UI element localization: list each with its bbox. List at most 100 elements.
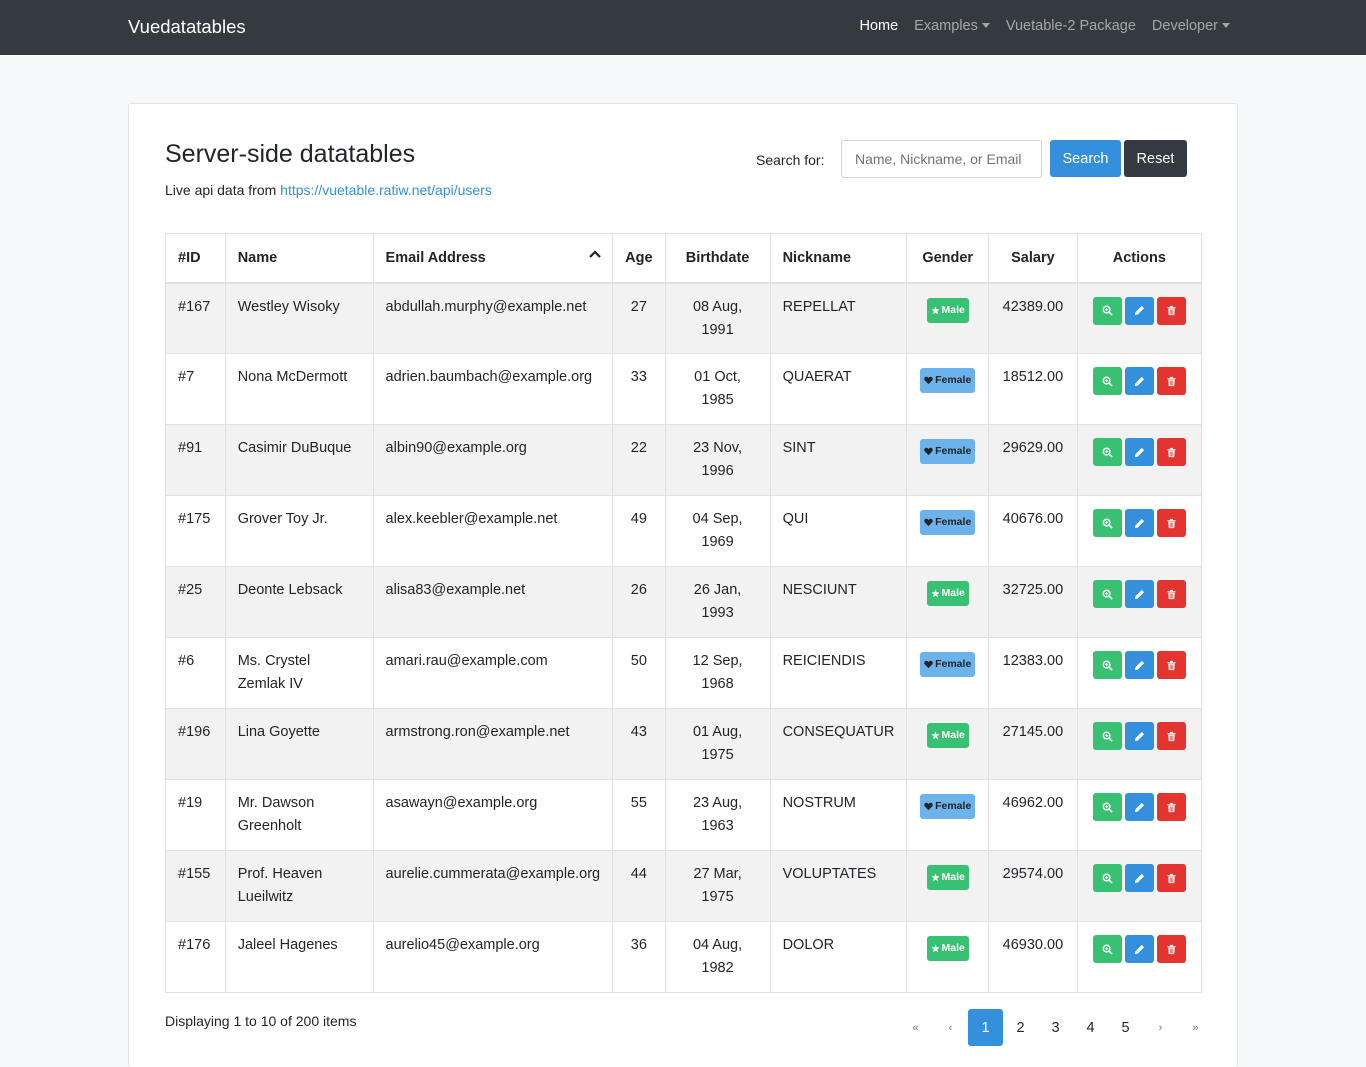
cell-salary: 18512.00	[988, 353, 1078, 425]
api-link[interactable]: https://vuetable.ratiw.net/api/users	[280, 182, 492, 198]
edit-button[interactable]	[1124, 367, 1154, 395]
column-header-label: Email Address	[385, 249, 486, 266]
delete-button[interactable]	[1156, 651, 1186, 679]
delete-button[interactable]	[1156, 935, 1186, 963]
delete-button[interactable]	[1156, 296, 1186, 325]
view-button[interactable]	[1092, 509, 1122, 537]
edit-button[interactable]	[1124, 935, 1154, 963]
cell-salary: 29574.00	[988, 850, 1078, 922]
delete-button[interactable]	[1156, 367, 1186, 395]
pagination-last[interactable]: »	[1178, 1009, 1213, 1046]
cell-nickname: REICIENDIS	[769, 637, 908, 709]
view-button[interactable]	[1092, 296, 1122, 325]
star-icon	[930, 731, 940, 740]
table-row: #196 Lina Goyette armstrong.ron@example.ne…	[165, 708, 1203, 780]
cell-actions	[1076, 282, 1203, 354]
row-actions	[1090, 508, 1189, 537]
navbar: Vuedatatables Home Examples Vuetable-2 P…	[0, 0, 1366, 55]
view-button[interactable]	[1092, 367, 1122, 395]
cell-name: Grover Toy Jr.	[224, 495, 374, 567]
column-header-birthdate[interactable]: Birthdate	[664, 233, 771, 284]
nav-item-examples[interactable]: Examples	[914, 18, 990, 34]
edit-button[interactable]	[1124, 580, 1154, 608]
delete-button[interactable]	[1156, 438, 1186, 466]
table-row: #6 Ms. Crystel Zemlak IV amari.rau@example…	[165, 637, 1203, 709]
search-button[interactable]: Search	[1050, 140, 1121, 177]
cell-gender: Female	[906, 353, 990, 425]
nav-item-vuetable-package[interactable]: Vuetable-2 Package	[1006, 18, 1136, 34]
gender-badge: Male	[926, 723, 969, 748]
cell-age: 27	[612, 282, 666, 354]
column-header-nickname[interactable]: Nickname	[769, 233, 908, 284]
column-header-salary[interactable]: Salary	[988, 233, 1078, 284]
cell-nickname: NOSTRUM	[769, 779, 908, 851]
view-button[interactable]	[1092, 722, 1122, 750]
edit-button[interactable]	[1124, 651, 1154, 679]
cell-salary: 12383.00	[988, 637, 1078, 709]
cell-email: abdullah.murphy@example.net	[372, 282, 614, 354]
cell-salary: 46930.00	[988, 921, 1078, 993]
view-button[interactable]	[1092, 438, 1122, 466]
delete-button[interactable]	[1156, 580, 1186, 608]
cell-actions	[1076, 708, 1203, 780]
column-header-gender[interactable]: Gender	[906, 233, 990, 284]
cell-email: amari.rau@example.com	[372, 637, 614, 709]
navbar-menu: Home Examples Vuetable-2 Package Develop…	[859, 18, 1230, 34]
view-button[interactable]	[1092, 793, 1122, 821]
pencil-icon	[1134, 944, 1144, 954]
row-actions	[1090, 934, 1189, 963]
view-button[interactable]	[1092, 864, 1122, 892]
cell-nickname: QUI	[769, 495, 908, 567]
cell-nickname: DOLOR	[769, 921, 908, 993]
edit-button[interactable]	[1124, 722, 1154, 750]
zoom-in-icon	[1102, 305, 1113, 316]
column-header-age[interactable]: Age	[612, 233, 666, 284]
cell-birthdate: 04 Sep, 1969	[664, 495, 771, 567]
column-header-name[interactable]: Name	[224, 233, 374, 284]
delete-button[interactable]	[1156, 864, 1186, 892]
trash-icon	[1167, 873, 1176, 883]
cell-id: #19	[165, 779, 226, 851]
pagination-page-2[interactable]: 2	[1003, 1009, 1038, 1046]
delete-button[interactable]	[1156, 722, 1186, 750]
caret-down-icon	[981, 22, 990, 28]
cell-gender: Female	[906, 495, 990, 567]
pencil-icon	[1134, 731, 1144, 741]
nav-item-developer[interactable]: Developer	[1152, 18, 1230, 34]
edit-button[interactable]	[1124, 509, 1154, 537]
pagination-page-4[interactable]: 4	[1073, 1009, 1108, 1046]
view-button[interactable]	[1092, 651, 1122, 679]
delete-button[interactable]	[1156, 509, 1186, 537]
pagination-page-3[interactable]: 3	[1038, 1009, 1073, 1046]
row-actions	[1090, 792, 1189, 821]
pagination-page-1[interactable]: 1	[968, 1009, 1003, 1046]
page-title: Server-side datatables	[165, 140, 416, 168]
delete-button[interactable]	[1156, 793, 1186, 821]
pencil-icon	[1134, 660, 1144, 670]
nav-item-label: Developer	[1151, 18, 1218, 34]
reset-button[interactable]: Reset	[1124, 140, 1187, 177]
gender-label: Female	[935, 800, 972, 812]
subtitle-text: Live api data from	[165, 182, 281, 198]
column-header-email[interactable]: Email Address	[372, 233, 614, 284]
pagination-prev[interactable]: ‹	[933, 1009, 968, 1046]
edit-button[interactable]	[1124, 296, 1154, 325]
pagination-first[interactable]: «	[898, 1009, 933, 1046]
edit-button[interactable]	[1124, 864, 1154, 892]
edit-button[interactable]	[1124, 793, 1154, 821]
view-button[interactable]	[1092, 935, 1122, 963]
pagination-next[interactable]: ›	[1143, 1009, 1178, 1046]
zoom-in-icon	[1102, 376, 1113, 387]
nav-item-home[interactable]: Home	[859, 18, 898, 34]
cell-age: 44	[612, 850, 666, 922]
view-button[interactable]	[1092, 580, 1122, 608]
cell-id: #25	[165, 566, 226, 638]
column-header-id[interactable]: #ID	[165, 233, 226, 284]
search-input[interactable]	[841, 140, 1042, 178]
edit-button[interactable]	[1124, 438, 1154, 466]
heart-icon	[924, 660, 933, 669]
navbar-brand[interactable]: Vuedatatables	[128, 16, 246, 38]
pagination-page-5[interactable]: 5	[1108, 1009, 1143, 1046]
cell-id: #167	[165, 282, 226, 354]
cell-gender: Male	[906, 566, 990, 638]
